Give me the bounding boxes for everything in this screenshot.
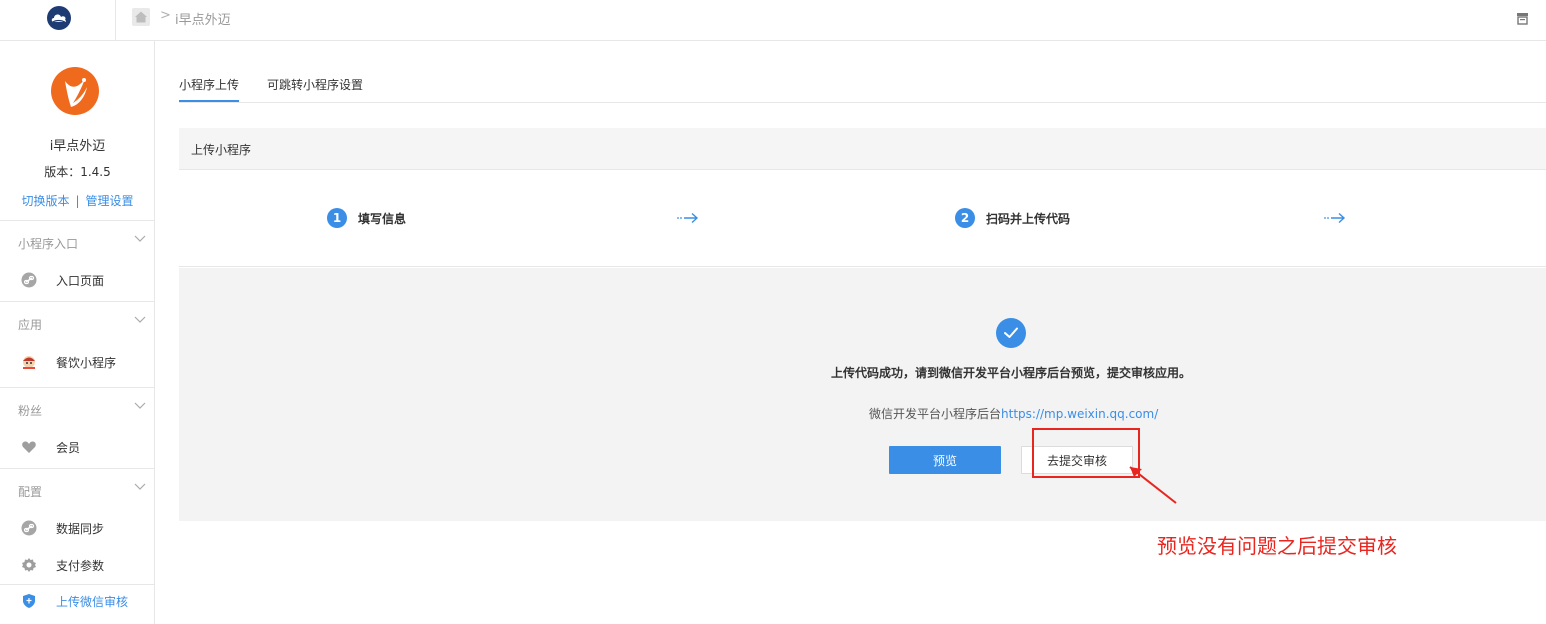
sidebar-item-label: 入口页面 <box>56 274 105 288</box>
brand-links: 切换版本 | 管理设置 <box>0 192 155 209</box>
nav-group-fans: 粉丝 会员 <box>0 387 155 468</box>
step-number: 1 <box>327 208 347 228</box>
breadcrumb-separator: > <box>160 8 171 23</box>
shield-icon <box>23 594 35 608</box>
link-icon <box>21 520 37 536</box>
nav-group-config: 配置 数据同步 支付参数 上传微信审核 <box>0 468 155 624</box>
platform-link[interactable]: https://mp.weixin.qq.com/ <box>1001 407 1158 421</box>
breadcrumb-current: i早点外迈 <box>175 13 231 28</box>
panel-header: 上传小程序 <box>179 128 1546 170</box>
group-title-entry: 小程序入口 <box>18 237 79 251</box>
group-title-apps: 应用 <box>18 318 43 332</box>
switch-version-link[interactable]: 切换版本 <box>21 194 69 208</box>
sidebar-item-label: 会员 <box>56 441 81 455</box>
check-circle-icon <box>996 318 1026 348</box>
sidebar: i早点外迈 版本：1.4.5 切换版本 | 管理设置 小程序入口 入口页面 应用 餐… <box>0 41 155 624</box>
version-text: 版本：1.4.5 <box>44 165 111 179</box>
sidebar-item-restaurant-app[interactable]: 餐饮小程序 <box>0 345 155 379</box>
top-bar: > i早点外迈 <box>0 0 1546 41</box>
link-separator: | <box>75 194 80 208</box>
manage-settings-link[interactable]: 管理设置 <box>86 194 134 208</box>
logo-area <box>0 0 116 40</box>
nav-group-entry: 小程序入口 入口页面 <box>0 220 155 301</box>
annotation-highlight-box <box>1032 428 1140 478</box>
link-icon <box>21 272 37 288</box>
step-number: 2 <box>955 208 975 228</box>
brand-logo-icon <box>51 67 99 115</box>
sidebar-item-members[interactable]: 会员 <box>0 430 155 464</box>
platform-hint-label: 微信开发平台小程序后台 <box>869 407 1002 421</box>
gear-icon <box>22 558 36 572</box>
preview-button[interactable]: 预览 <box>889 446 1001 474</box>
arrow-right-icon <box>1324 212 1346 224</box>
annotation-text: 预览没有问题之后提交审核 <box>1157 534 1397 558</box>
step-label: 填写信息 <box>358 212 407 226</box>
success-message: 上传代码成功，请到微信开发平台小程序后台预览，提交审核应用。 <box>831 366 1192 380</box>
group-title-fans: 粉丝 <box>18 404 43 418</box>
brand-name: i早点外迈 <box>49 139 106 154</box>
store-icon[interactable] <box>1516 12 1529 25</box>
sidebar-item-data-sync[interactable]: 数据同步 <box>0 511 155 545</box>
panel-title: 上传小程序 <box>191 143 252 157</box>
tab-jump-settings[interactable]: 可跳转小程序设置 <box>267 76 363 93</box>
cloud-logo-icon[interactable] <box>47 6 71 30</box>
restaurant-icon <box>23 356 35 369</box>
group-title-config: 配置 <box>18 485 43 499</box>
sidebar-item-label: 餐饮小程序 <box>56 356 117 370</box>
result-area: 上传代码成功，请到微信开发平台小程序后台预览，提交审核应用。 微信开发平台小程序… <box>179 268 1546 521</box>
heart-icon <box>22 441 36 453</box>
platform-hint: 微信开发平台小程序后台https://mp.weixin.qq.com/ <box>869 405 1158 422</box>
sidebar-item-entry-page[interactable]: 入口页面 <box>0 263 155 297</box>
nav-group-apps: 应用 餐饮小程序 <box>0 301 155 387</box>
tab-bar: 小程序上传 可跳转小程序设置 <box>179 41 1546 103</box>
chevron-down-icon[interactable] <box>134 483 146 491</box>
chevron-down-icon[interactable] <box>134 316 146 324</box>
arrow-right-icon <box>677 212 699 224</box>
sidebar-item-upload-review[interactable]: 上传微信审核 <box>0 584 155 618</box>
steps-bar: 1 填写信息 2 扫码并上传代码 <box>179 170 1546 267</box>
step-label: 扫码并上传代码 <box>986 212 1071 226</box>
tab-upload[interactable]: 小程序上传 <box>179 76 239 93</box>
home-icon[interactable] <box>132 8 150 26</box>
sidebar-item-label: 上传微信审核 <box>56 595 129 609</box>
chevron-down-icon[interactable] <box>134 402 146 410</box>
tab-active-indicator <box>179 100 239 102</box>
sidebar-item-label: 支付参数 <box>56 559 105 573</box>
chevron-down-icon[interactable] <box>134 235 146 243</box>
annotation-arrow <box>1129 466 1177 504</box>
sidebar-item-label: 数据同步 <box>56 522 105 536</box>
sidebar-item-payment-params[interactable]: 支付参数 <box>0 548 155 582</box>
